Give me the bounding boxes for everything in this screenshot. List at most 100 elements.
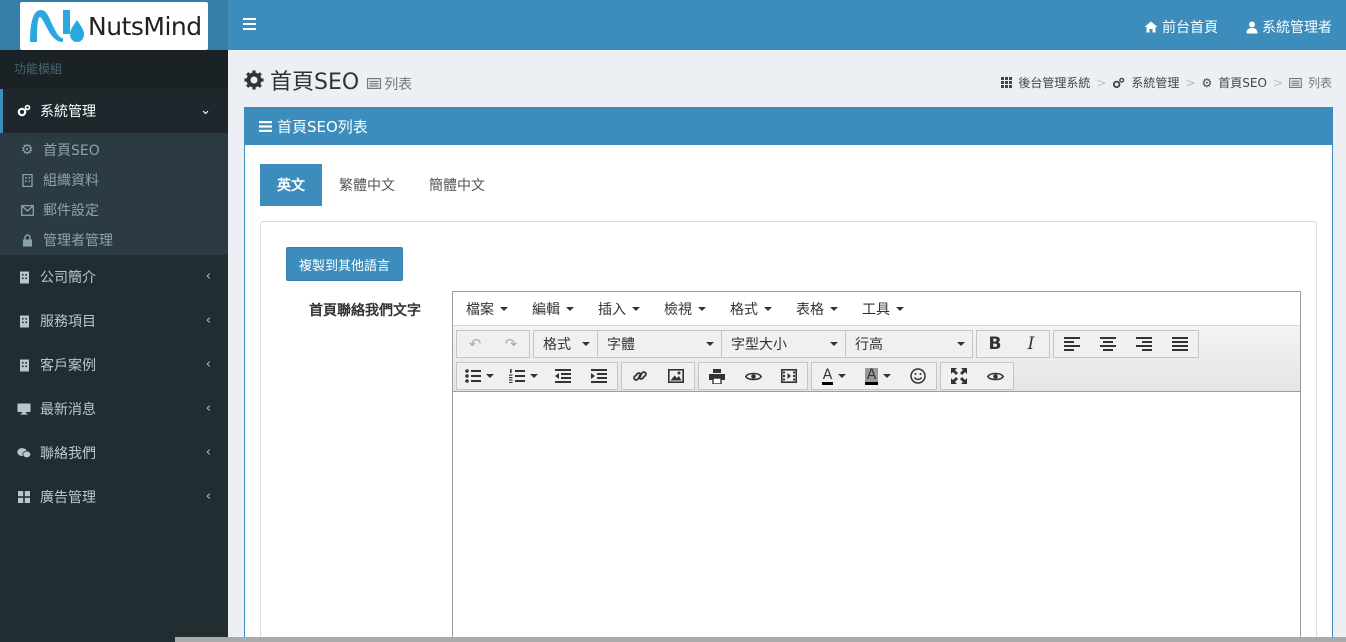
sidebar-subitem-organization[interactable]: 組織資料 [0, 165, 228, 195]
line-height-select[interactable]: 行高 [846, 331, 972, 357]
sidebar-item-ads[interactable]: 廣告管理 ‹ [0, 475, 228, 519]
sidebar-subitem-label: 郵件設定 [43, 203, 99, 219]
frontpage-link-label: 前台首頁 [1162, 20, 1218, 36]
sidebar-item-news[interactable]: 最新消息 ‹ [0, 387, 228, 431]
field-label: 首頁聯絡我們文字 [309, 303, 421, 319]
eye-icon [986, 372, 1004, 380]
undo-icon: ↶ [468, 335, 482, 353]
menu-table[interactable]: 表格 [789, 299, 845, 319]
chevron-down-icon: ⌄ [200, 103, 211, 118]
menu-label: 檔案 [466, 301, 494, 318]
indent-button[interactable] [581, 363, 617, 389]
align-center-icon [1100, 337, 1116, 351]
caret-down-icon [566, 306, 574, 311]
top-nav-links: 前台首頁 系統管理者 [1144, 17, 1332, 37]
tab-simplified-chinese[interactable]: 簡體中文 [412, 164, 502, 206]
visual-aid-button[interactable] [977, 363, 1013, 389]
menu-file[interactable]: 檔案 [459, 299, 515, 319]
sidebar: NutsMind 功能模組 系統管理 ⌄ ⚙ 首頁SEO 組織資料 郵件設定 管… [0, 0, 228, 642]
menu-label: 檢視 [664, 301, 692, 318]
emoticons-button[interactable] [900, 363, 936, 389]
image-button[interactable] [658, 363, 694, 389]
numbered-list-button[interactable] [501, 363, 545, 389]
sidebar-subitem-home-seo[interactable]: ⚙ 首頁SEO [0, 135, 228, 165]
chat-icon [17, 446, 31, 460]
sidebar-item-contact-us[interactable]: 聯絡我們 ‹ [0, 431, 228, 475]
caret-down-icon [830, 342, 838, 346]
link-button[interactable] [622, 363, 658, 389]
toolbar-row-2: A A [456, 360, 1297, 392]
user-menu[interactable]: 系統管理者 [1246, 17, 1332, 37]
format-select[interactable]: 格式 [534, 331, 598, 357]
redo-button[interactable]: ↷ [493, 331, 529, 357]
fullscreen-button[interactable] [941, 363, 977, 389]
caret-down-icon [582, 342, 590, 346]
menu-view[interactable]: 檢視 [657, 299, 713, 319]
gear-icon: ⚙ [20, 142, 34, 158]
align-left-button[interactable] [1054, 331, 1090, 357]
brand-logo[interactable]: NutsMind [20, 2, 208, 50]
breadcrumb-item[interactable]: 後台管理系統 [1018, 74, 1090, 91]
italic-icon: I [1027, 334, 1035, 354]
nutsmind-logo-icon [30, 10, 84, 42]
building-icon [17, 358, 31, 372]
sidebar-submenu: ⚙ 首頁SEO 組織資料 郵件設定 管理者管理 [0, 133, 228, 255]
list-alt-icon [367, 78, 382, 89]
chevron-left-icon: ‹ [205, 313, 211, 328]
italic-button[interactable]: I [1013, 331, 1049, 357]
menu-label: 格式 [730, 301, 758, 318]
film-icon [781, 369, 797, 383]
grid-icon [17, 490, 31, 504]
sidebar-item-system-management[interactable]: 系統管理 ⌄ [0, 89, 228, 133]
menu-label: 工具 [862, 301, 890, 318]
bullet-list-button[interactable] [457, 363, 501, 389]
tab-traditional-chinese[interactable]: 繁體中文 [322, 164, 412, 206]
print-button[interactable] [699, 363, 735, 389]
background-color-button[interactable]: A [856, 363, 900, 389]
undo-button[interactable]: ↶ [457, 331, 493, 357]
breadcrumb-current: 列表 [1307, 76, 1332, 90]
sidebar-subitem-admin-management[interactable]: 管理者管理 [0, 225, 228, 255]
copy-to-other-languages-button[interactable]: 複製到其他語言 [286, 247, 404, 281]
sidebar-subitem-label: 組織資料 [43, 173, 99, 189]
breadcrumb-separator: > [1272, 75, 1283, 90]
sidebar-item-services[interactable]: 服務項目 ‹ [0, 299, 228, 343]
sidebar-toggle-icon[interactable] [243, 18, 256, 31]
format-group: 格式 字體 字型大小 行高 [533, 330, 973, 358]
menu-format[interactable]: 格式 [723, 299, 779, 319]
gear-icon: ⚙ [1201, 75, 1213, 90]
align-center-button[interactable] [1090, 331, 1126, 357]
caret-down-icon [485, 374, 494, 378]
menu-edit[interactable]: 編輯 [525, 299, 581, 319]
sidebar-item-client-cases[interactable]: 客戶案例 ‹ [0, 343, 228, 387]
media-button[interactable] [771, 363, 807, 389]
align-right-button[interactable] [1126, 331, 1162, 357]
sidebar-item-label: 公司簡介 [40, 270, 96, 286]
font-size-label: 字型大小 [731, 337, 787, 353]
sidebar-subitem-mail-settings[interactable]: 郵件設定 [0, 195, 228, 225]
numbered-list-icon [508, 369, 525, 383]
text-color-button[interactable]: A [812, 363, 856, 389]
menu-insert[interactable]: 插入 [591, 299, 647, 319]
frontpage-link[interactable]: 前台首頁 [1144, 17, 1218, 37]
list-group [456, 362, 618, 390]
sidebar-item-label: 服務項目 [40, 314, 96, 330]
outdent-button[interactable] [545, 363, 581, 389]
bold-button[interactable]: B [977, 331, 1013, 357]
font-size-select[interactable]: 字型大小 [722, 331, 846, 357]
sidebar-item-company-intro[interactable]: 公司簡介 ‹ [0, 255, 228, 299]
caret-down-icon [698, 306, 706, 311]
editor-content-area[interactable] [453, 392, 1300, 642]
preview-button[interactable] [735, 363, 771, 389]
user-name: 系統管理者 [1262, 20, 1332, 36]
align-justify-button[interactable] [1162, 331, 1198, 357]
bullet-list-icon [464, 369, 481, 383]
tab-english[interactable]: 英文 [260, 164, 322, 206]
horizontal-scrollbar[interactable] [175, 637, 1346, 642]
menu-tools[interactable]: 工具 [855, 299, 911, 319]
font-family-select[interactable]: 字體 [598, 331, 722, 357]
style-group: B I [976, 330, 1050, 358]
breadcrumb-item[interactable]: 首頁SEO [1218, 74, 1267, 91]
breadcrumb-item[interactable]: 系統管理 [1131, 74, 1179, 91]
caret-down-icon [883, 374, 892, 378]
